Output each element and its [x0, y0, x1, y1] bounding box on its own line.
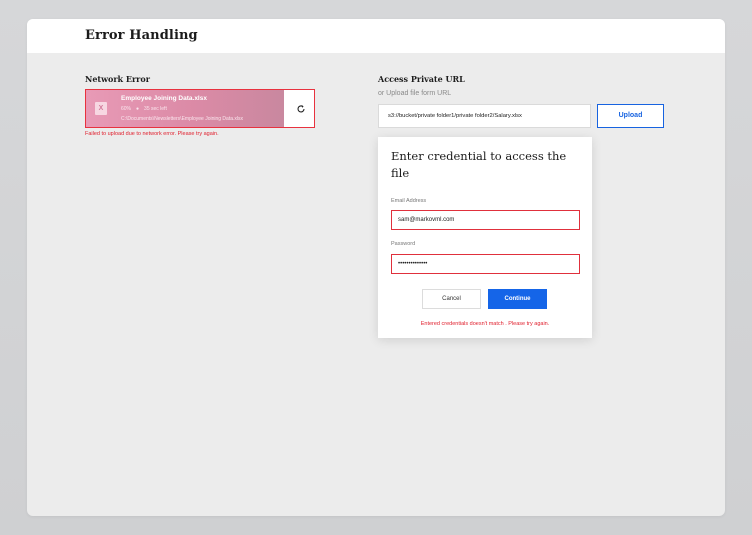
file-name: Employee Joining Data.xlsx: [121, 95, 207, 102]
email-field[interactable]: sam@markovml.com: [391, 210, 580, 230]
separator-dot: ●: [136, 105, 140, 112]
email-label: Email Address: [391, 198, 427, 204]
url-input[interactable]: s3://bucket/private folder1/private fold…: [378, 104, 591, 128]
private-url-label: Access Private URL: [378, 74, 465, 84]
cancel-button[interactable]: Cancel: [422, 289, 481, 309]
password-label: Password: [391, 241, 416, 247]
network-error-label: Network Error: [85, 74, 150, 84]
progress-percent: 60%: [121, 105, 132, 112]
file-upload-item: X Employee Joining Data.xlsx 60% ● 35 sec …: [85, 89, 315, 128]
upload-progress-bar: X Employee Joining Data.xlsx 60% ● 35 sec …: [86, 90, 285, 127]
main-card: Error Handling Network Error X Employee …: [27, 19, 725, 516]
continue-button[interactable]: Continue: [488, 289, 547, 309]
private-url-subtext: or Upload file form URL: [378, 90, 452, 97]
modal-title: Enter credential to access the file: [391, 149, 567, 180]
excel-file-icon: X: [95, 102, 107, 115]
credential-error-message: Entered credentials doesn't match . Plea…: [420, 321, 550, 327]
file-meta: 60% ● 35 sec left: [121, 106, 167, 112]
upload-button[interactable]: Upload: [597, 104, 664, 128]
time-left: 35 sec left: [144, 105, 167, 112]
page-title: Error Handling: [85, 28, 198, 43]
file-path: C:\Documents\Newsletters\Employee Joinin…: [121, 116, 243, 122]
credential-modal: Enter credential to access the file Emai…: [378, 137, 592, 338]
retry-icon[interactable]: [296, 104, 306, 114]
page-header: Error Handling: [27, 19, 725, 53]
password-field[interactable]: ••••••••••••••: [391, 254, 580, 274]
network-error-message: Failed to upload due to network error. P…: [85, 131, 219, 137]
